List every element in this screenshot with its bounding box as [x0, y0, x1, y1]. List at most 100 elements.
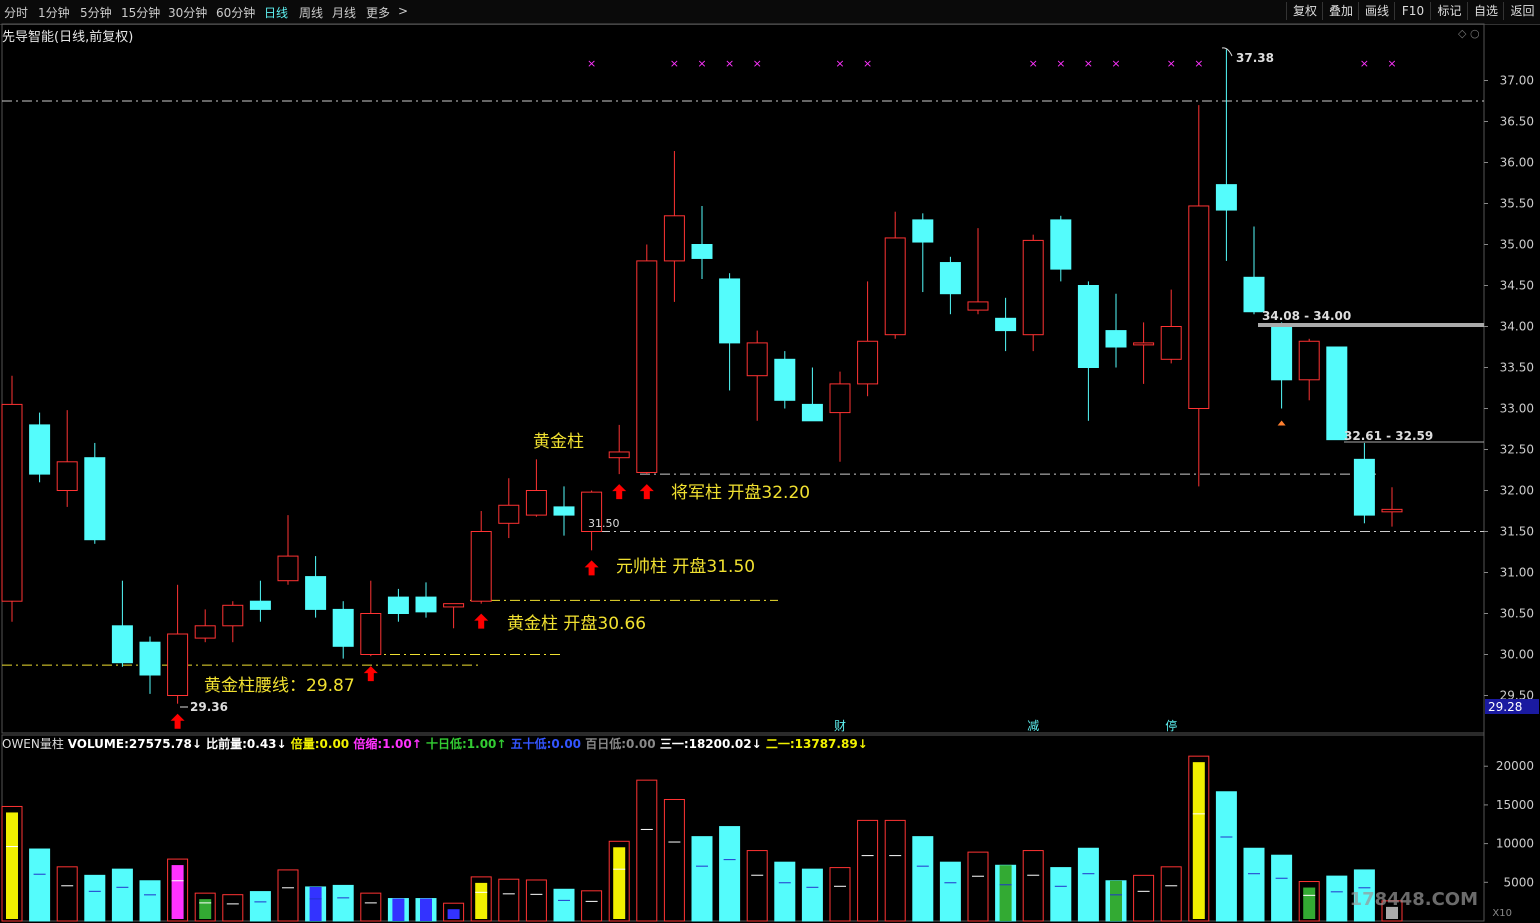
event-marker-2[interactable]: 停: [1165, 718, 1177, 733]
volume-bar[interactable]: [360, 892, 382, 922]
volume-bar[interactable]: [719, 826, 741, 922]
volume-bar-highlight: [475, 882, 488, 919]
volume-bar[interactable]: [884, 819, 906, 922]
candle-body[interactable]: [1271, 326, 1293, 381]
candle-body[interactable]: [1353, 458, 1375, 516]
volume-bar[interactable]: [498, 878, 520, 922]
candle-body[interactable]: [1215, 184, 1237, 211]
event-marker-0[interactable]: 财: [834, 719, 846, 733]
volume-legend-item: VOLUME:27575.78↓: [68, 737, 206, 751]
signal-marker-icon: ×: [1111, 57, 1120, 70]
candle-body[interactable]: [415, 596, 437, 613]
candle-body[interactable]: [691, 244, 713, 259]
volume-bar[interactable]: [1243, 847, 1265, 922]
candle-body[interactable]: [525, 490, 547, 516]
candle-body[interactable]: [305, 576, 327, 610]
candle-body[interactable]: [332, 608, 354, 647]
volume-bar[interactable]: [29, 848, 51, 922]
volume-bar[interactable]: [111, 868, 133, 922]
volume-bar[interactable]: [774, 861, 796, 922]
candle-body[interactable]: [1022, 239, 1044, 336]
candle-body[interactable]: [167, 633, 189, 696]
candle-body[interactable]: [801, 403, 823, 422]
candle-body[interactable]: [139, 641, 161, 676]
candle-body[interactable]: [249, 600, 271, 610]
volume-bar[interactable]: [1050, 867, 1072, 922]
volume-bar[interactable]: [939, 861, 961, 922]
volume-bar[interactable]: [525, 879, 547, 922]
candle-body[interactable]: [222, 604, 244, 627]
volume-bar[interactable]: [1022, 850, 1044, 922]
volume-bar[interactable]: [857, 819, 879, 922]
candle-body[interactable]: [29, 424, 51, 475]
volume-bar[interactable]: [1133, 874, 1155, 922]
volume-bar[interactable]: [332, 884, 354, 922]
candle-body[interactable]: [56, 461, 78, 491]
volume-bar[interactable]: [1077, 847, 1099, 922]
candle-body[interactable]: [1, 403, 23, 602]
candle-body[interactable]: [1160, 326, 1182, 360]
high-price-label: 37.38: [1236, 51, 1274, 65]
volume-bar[interactable]: [222, 894, 244, 922]
volume-bar[interactable]: [139, 880, 161, 922]
candle-body[interactable]: [746, 342, 768, 377]
candle-body[interactable]: [1105, 330, 1127, 348]
candle-body[interactable]: [553, 506, 575, 516]
volume-bar[interactable]: [829, 867, 851, 922]
candle-body[interactable]: [829, 383, 851, 414]
volume-bar[interactable]: [56, 866, 78, 922]
volume-bar[interactable]: [912, 836, 934, 922]
volume-bar[interactable]: [84, 874, 106, 922]
volume-bar[interactable]: [277, 869, 299, 922]
annotation-golden-waist: 黄金柱腰线：29.87: [204, 676, 355, 696]
candle-body[interactable]: [443, 603, 465, 608]
candle-body[interactable]: [1188, 205, 1210, 409]
candle-body[interactable]: [912, 219, 934, 243]
candle-body[interactable]: [967, 301, 989, 311]
volume-bar[interactable]: [967, 851, 989, 922]
candle-body[interactable]: [1381, 508, 1403, 513]
volume-bar[interactable]: [1160, 866, 1182, 922]
candle-body[interactable]: [1298, 340, 1320, 381]
volume-bar[interactable]: [663, 798, 685, 922]
price-tick-label: 30.00: [1500, 648, 1534, 662]
volume-bar[interactable]: [1271, 854, 1293, 922]
candle-body[interactable]: [995, 317, 1017, 332]
candle-body[interactable]: [939, 262, 961, 295]
price-tick-label: 36.50: [1500, 115, 1534, 129]
candle-body[interactable]: [470, 531, 492, 602]
candle-body[interactable]: [277, 555, 299, 582]
candle-body[interactable]: [498, 504, 520, 524]
volume-legend-item: 百日低:0.00: [585, 736, 660, 751]
event-marker-1[interactable]: 减: [1027, 719, 1039, 733]
candle-body[interactable]: [719, 278, 741, 344]
volume-bar[interactable]: [801, 868, 823, 922]
candle-body[interactable]: [1050, 219, 1072, 270]
candle-body[interactable]: [111, 625, 133, 664]
candle-body[interactable]: [1133, 342, 1155, 346]
candle-body[interactable]: [387, 596, 409, 614]
volume-bar[interactable]: [691, 836, 713, 922]
kline-chart[interactable]: 29.5030.0030.5031.0031.5032.0032.5033.00…: [0, 0, 1540, 923]
candle-body[interactable]: [1326, 346, 1348, 441]
candle-body[interactable]: [884, 237, 906, 336]
volume-bar[interactable]: [553, 888, 575, 922]
volume-bar-highlight: [613, 847, 626, 919]
price-label-3150: 31.50: [588, 517, 620, 530]
candle-body[interactable]: [608, 451, 630, 459]
candle-body[interactable]: [194, 625, 216, 639]
candle-body[interactable]: [663, 215, 685, 262]
volume-bar[interactable]: [581, 890, 603, 922]
volume-bar[interactable]: [636, 779, 658, 922]
candle-body[interactable]: [857, 340, 879, 385]
volume-bar[interactable]: [1215, 791, 1237, 922]
candle-body[interactable]: [1243, 276, 1265, 313]
candle-body[interactable]: [360, 613, 382, 655]
volume-bar[interactable]: [1326, 875, 1348, 922]
candle-body[interactable]: [774, 358, 796, 401]
volume-bar[interactable]: [746, 850, 768, 922]
candle-body[interactable]: [84, 457, 106, 541]
volume-bar[interactable]: [249, 891, 271, 922]
candle-body[interactable]: [636, 260, 658, 473]
candle-body[interactable]: [1077, 285, 1099, 368]
